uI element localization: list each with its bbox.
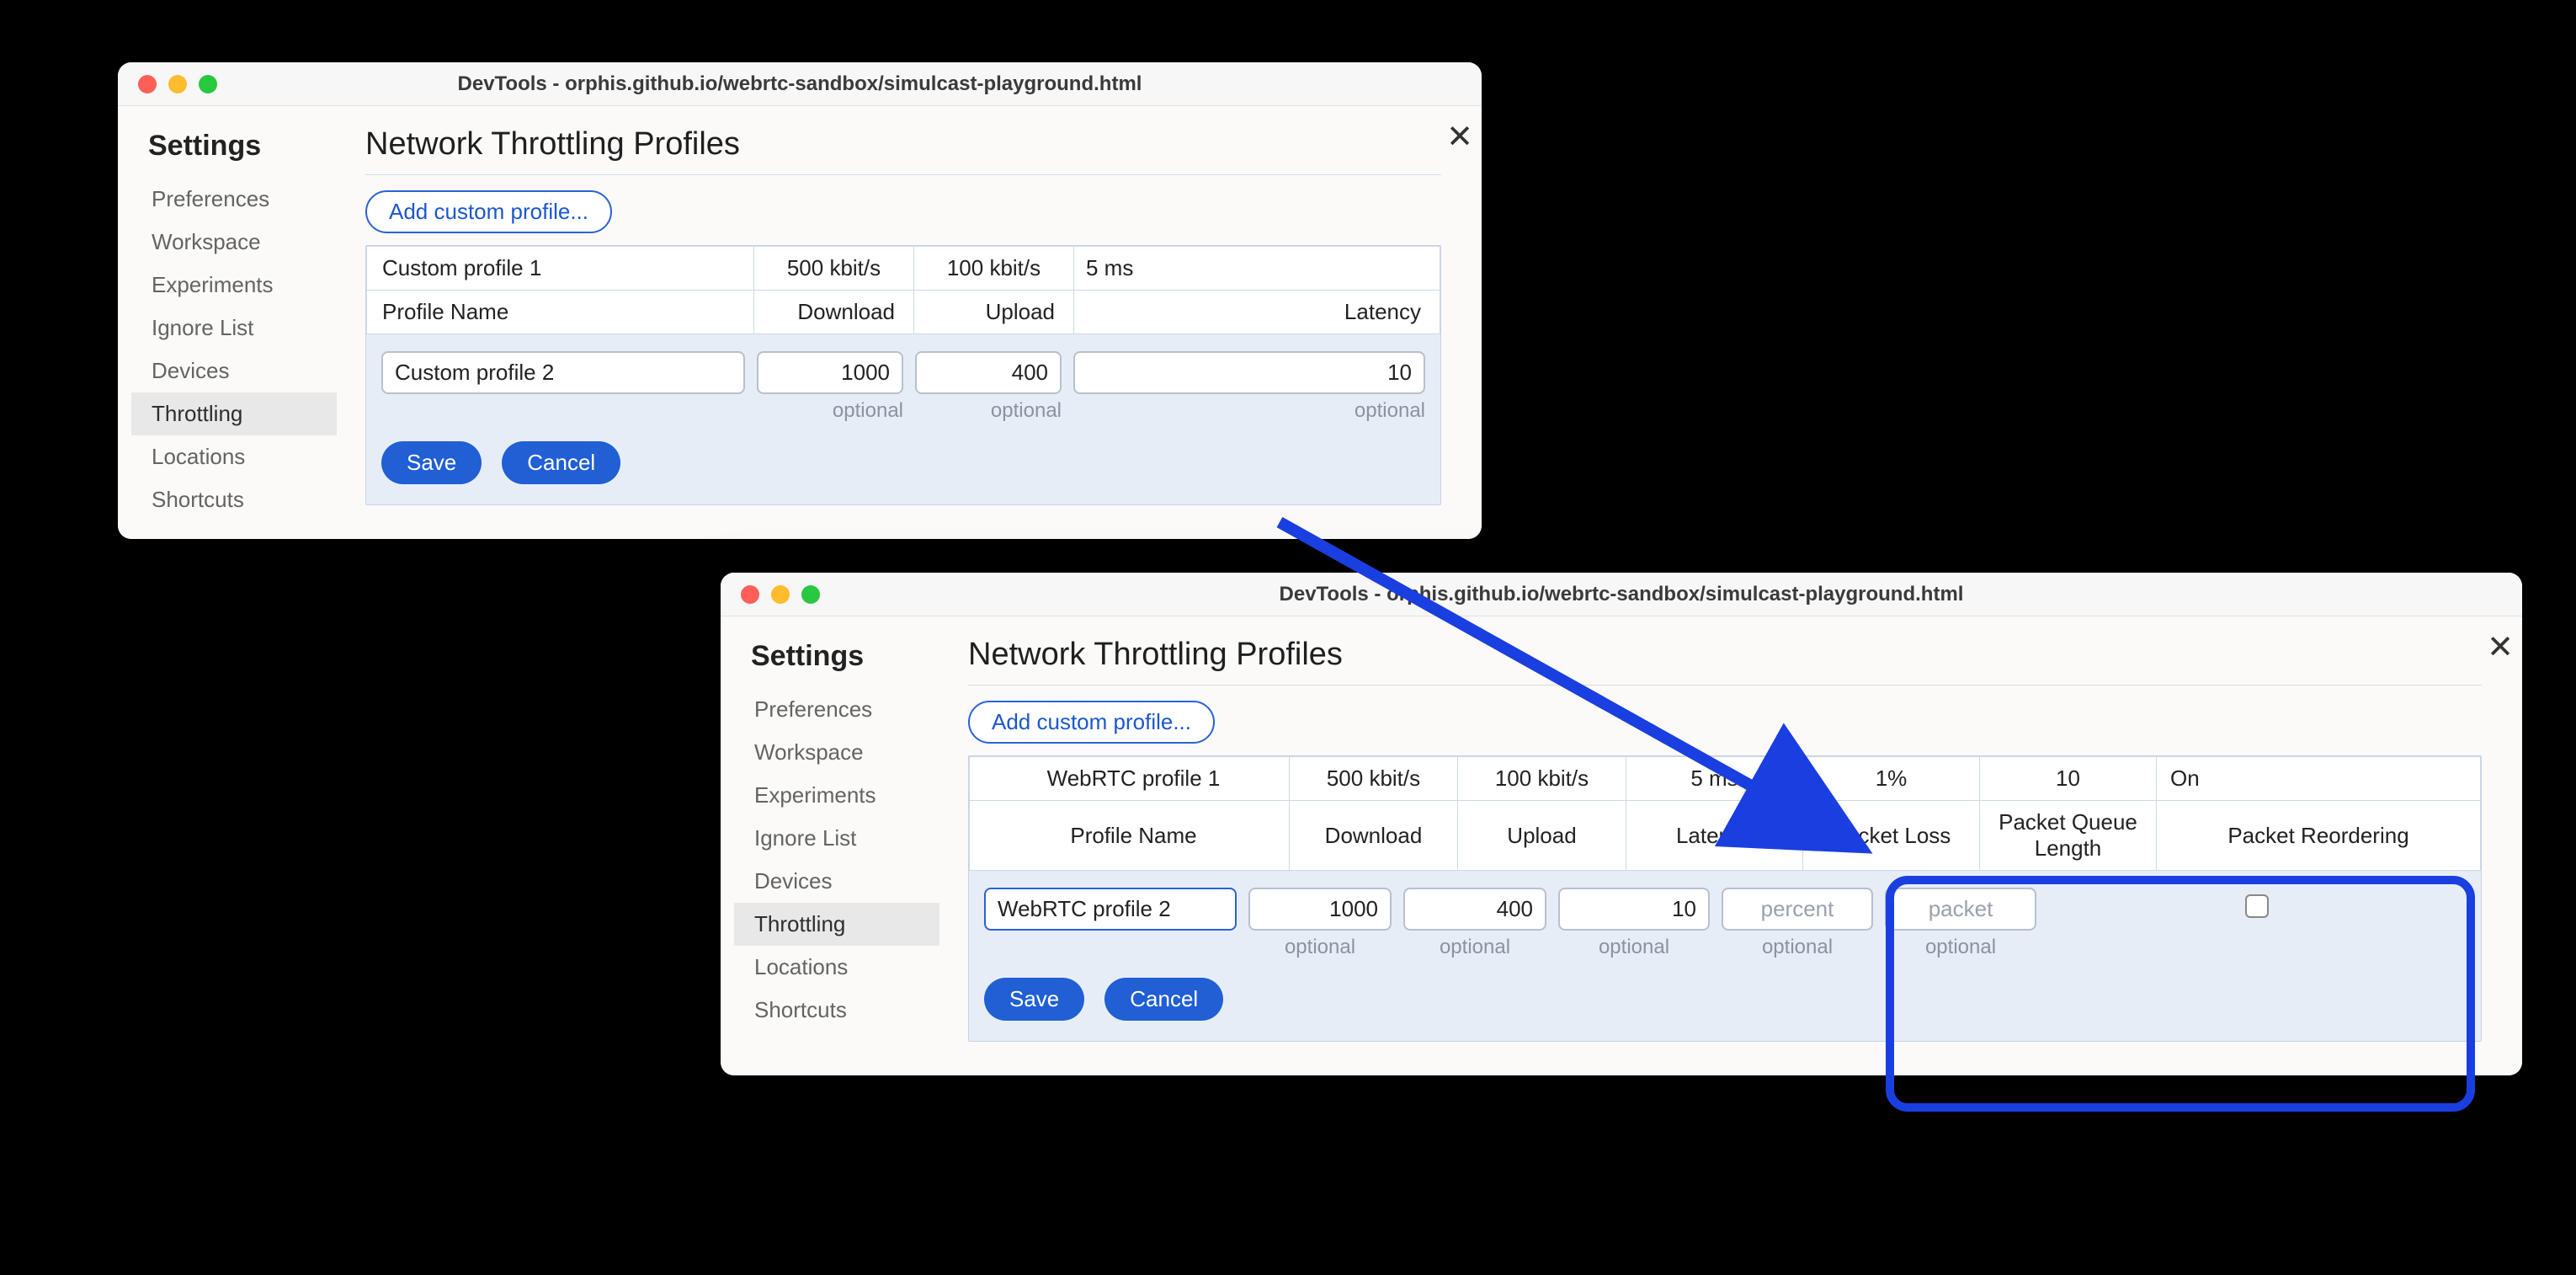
latency-input[interactable]: 10	[1073, 351, 1425, 394]
edit-row: WebRTC profile 2 1000 400 10 percent pac…	[969, 871, 2481, 1041]
traffic-close-icon[interactable]	[138, 75, 157, 93]
sidebar-item-preferences[interactable]: Preferences	[148, 178, 345, 221]
cancel-button[interactable]: Cancel	[502, 441, 620, 484]
col-profile-name: Profile Name	[970, 801, 1290, 871]
add-custom-profile-button[interactable]: Add custom profile...	[968, 701, 1215, 744]
sidebar-item-locations[interactable]: Locations	[148, 435, 345, 478]
hint-latency: optional	[1073, 399, 1425, 423]
cell-latency: 5 ms	[1626, 757, 1803, 801]
download-input[interactable]: 1000	[1248, 888, 1392, 931]
sidebar-item-workspace[interactable]: Workspace	[148, 221, 345, 264]
col-upload: Upload	[914, 291, 1074, 334]
cell-latency: 5 ms	[1074, 247, 1440, 291]
table-row[interactable]: Custom profile 1 500 kbit/s 100 kbit/s 5…	[367, 247, 1440, 291]
hint-download: optional	[1248, 936, 1392, 959]
sidebar-item-shortcuts[interactable]: Shortcuts	[751, 989, 948, 1032]
sidebar-item-ignore-list[interactable]: Ignore List	[148, 307, 345, 349]
col-upload: Upload	[1458, 801, 1626, 871]
col-download: Download	[754, 291, 914, 334]
window-title: DevTools - orphis.github.io/webrtc-sandb…	[721, 583, 2522, 606]
table-header-row: Profile Name Download Upload Latency Pac…	[970, 801, 2481, 871]
titlebar: DevTools - orphis.github.io/webrtc-sandb…	[721, 573, 2522, 616]
edit-row: Custom profile 2 1000 400 10 optional op…	[366, 334, 1440, 504]
col-packet-loss: Packet Loss	[1803, 801, 1980, 871]
profiles-table: WebRTC profile 1 500 kbit/s 100 kbit/s 5…	[968, 755, 2482, 1042]
sidebar-item-devices[interactable]: Devices	[751, 860, 948, 903]
sidebar-item-workspace[interactable]: Workspace	[751, 731, 948, 774]
cell-download: 500 kbit/s	[754, 247, 914, 291]
latency-input[interactable]: 10	[1558, 888, 1710, 931]
profile-name-input[interactable]: Custom profile 2	[381, 351, 745, 394]
packet-loss-input[interactable]: percent	[1722, 888, 1873, 931]
cell-packet-reorder: On	[2157, 757, 2481, 801]
add-custom-profile-button[interactable]: Add custom profile...	[365, 190, 612, 233]
close-icon[interactable]: ✕	[1446, 121, 1473, 153]
settings-sidebar: Settings Preferences Workspace Experimen…	[721, 616, 948, 1075]
traffic-close-icon[interactable]	[741, 585, 759, 604]
col-latency: Latency	[1626, 801, 1803, 871]
sidebar-item-throttling[interactable]: Throttling	[734, 903, 939, 946]
sidebar-item-throttling[interactable]: Throttling	[131, 392, 337, 435]
hint-packet-queue: optional	[1885, 936, 2036, 959]
table-header-row: Profile Name Download Upload Latency	[367, 291, 1440, 334]
traffic-minimize-icon[interactable]	[168, 75, 187, 93]
sidebar-item-devices[interactable]: Devices	[148, 349, 345, 392]
cell-packet-loss: 1%	[1803, 757, 1980, 801]
save-button[interactable]: Save	[381, 441, 482, 484]
hint-latency: optional	[1558, 936, 1710, 959]
table-row[interactable]: WebRTC profile 1 500 kbit/s 100 kbit/s 5…	[970, 757, 2481, 801]
col-latency: Latency	[1074, 291, 1440, 334]
hint-packet-loss: optional	[1722, 936, 1873, 959]
sidebar-item-preferences[interactable]: Preferences	[751, 688, 948, 731]
download-input[interactable]: 1000	[757, 351, 903, 394]
sidebar-item-experiments[interactable]: Experiments	[148, 264, 345, 307]
close-icon[interactable]: ✕	[2487, 632, 2514, 664]
traffic-zoom-icon[interactable]	[801, 585, 820, 604]
traffic-zoom-icon[interactable]	[199, 75, 217, 93]
window-title: DevTools - orphis.github.io/webrtc-sandb…	[118, 72, 1482, 96]
cell-upload: 100 kbit/s	[914, 247, 1074, 291]
devtools-window-new: DevTools - orphis.github.io/webrtc-sandb…	[721, 573, 2522, 1075]
profiles-table: Custom profile 1 500 kbit/s 100 kbit/s 5…	[365, 245, 1441, 505]
upload-input[interactable]: 400	[1403, 888, 1546, 931]
upload-input[interactable]: 400	[915, 351, 1062, 394]
sidebar-item-locations[interactable]: Locations	[751, 946, 948, 989]
hint-download: optional	[757, 399, 903, 423]
traffic-minimize-icon[interactable]	[771, 585, 790, 604]
col-profile-name: Profile Name	[367, 291, 754, 334]
sidebar-item-shortcuts[interactable]: Shortcuts	[148, 478, 345, 521]
devtools-window-old: DevTools - orphis.github.io/webrtc-sandb…	[118, 62, 1482, 539]
col-packet-reorder: Packet Reordering	[2157, 801, 2481, 871]
profile-name-input[interactable]: WebRTC profile 2	[984, 888, 1237, 931]
page-title: Network Throttling Profiles	[968, 637, 2482, 686]
sidebar-item-experiments[interactable]: Experiments	[751, 774, 948, 817]
settings-sidebar: Settings Preferences Workspace Experimen…	[118, 106, 345, 539]
packet-reorder-checkbox[interactable]	[2245, 894, 2269, 918]
packet-queue-input[interactable]: packet	[1885, 888, 2036, 931]
settings-heading: Settings	[148, 130, 345, 163]
titlebar: DevTools - orphis.github.io/webrtc-sandb…	[118, 62, 1482, 106]
cell-profile-name: Custom profile 1	[367, 247, 754, 291]
save-button[interactable]: Save	[984, 978, 1084, 1021]
cancel-button[interactable]: Cancel	[1104, 978, 1223, 1021]
hint-upload: optional	[915, 399, 1062, 423]
sidebar-item-ignore-list[interactable]: Ignore List	[751, 817, 948, 860]
col-packet-queue: Packet Queue Length	[1980, 801, 2157, 871]
cell-profile-name: WebRTC profile 1	[970, 757, 1290, 801]
col-download: Download	[1290, 801, 1458, 871]
settings-heading: Settings	[751, 640, 948, 673]
page-title: Network Throttling Profiles	[365, 126, 1441, 175]
cell-download: 500 kbit/s	[1290, 757, 1458, 801]
cell-upload: 100 kbit/s	[1458, 757, 1626, 801]
hint-upload: optional	[1403, 936, 1546, 959]
cell-packet-queue: 10	[1980, 757, 2157, 801]
